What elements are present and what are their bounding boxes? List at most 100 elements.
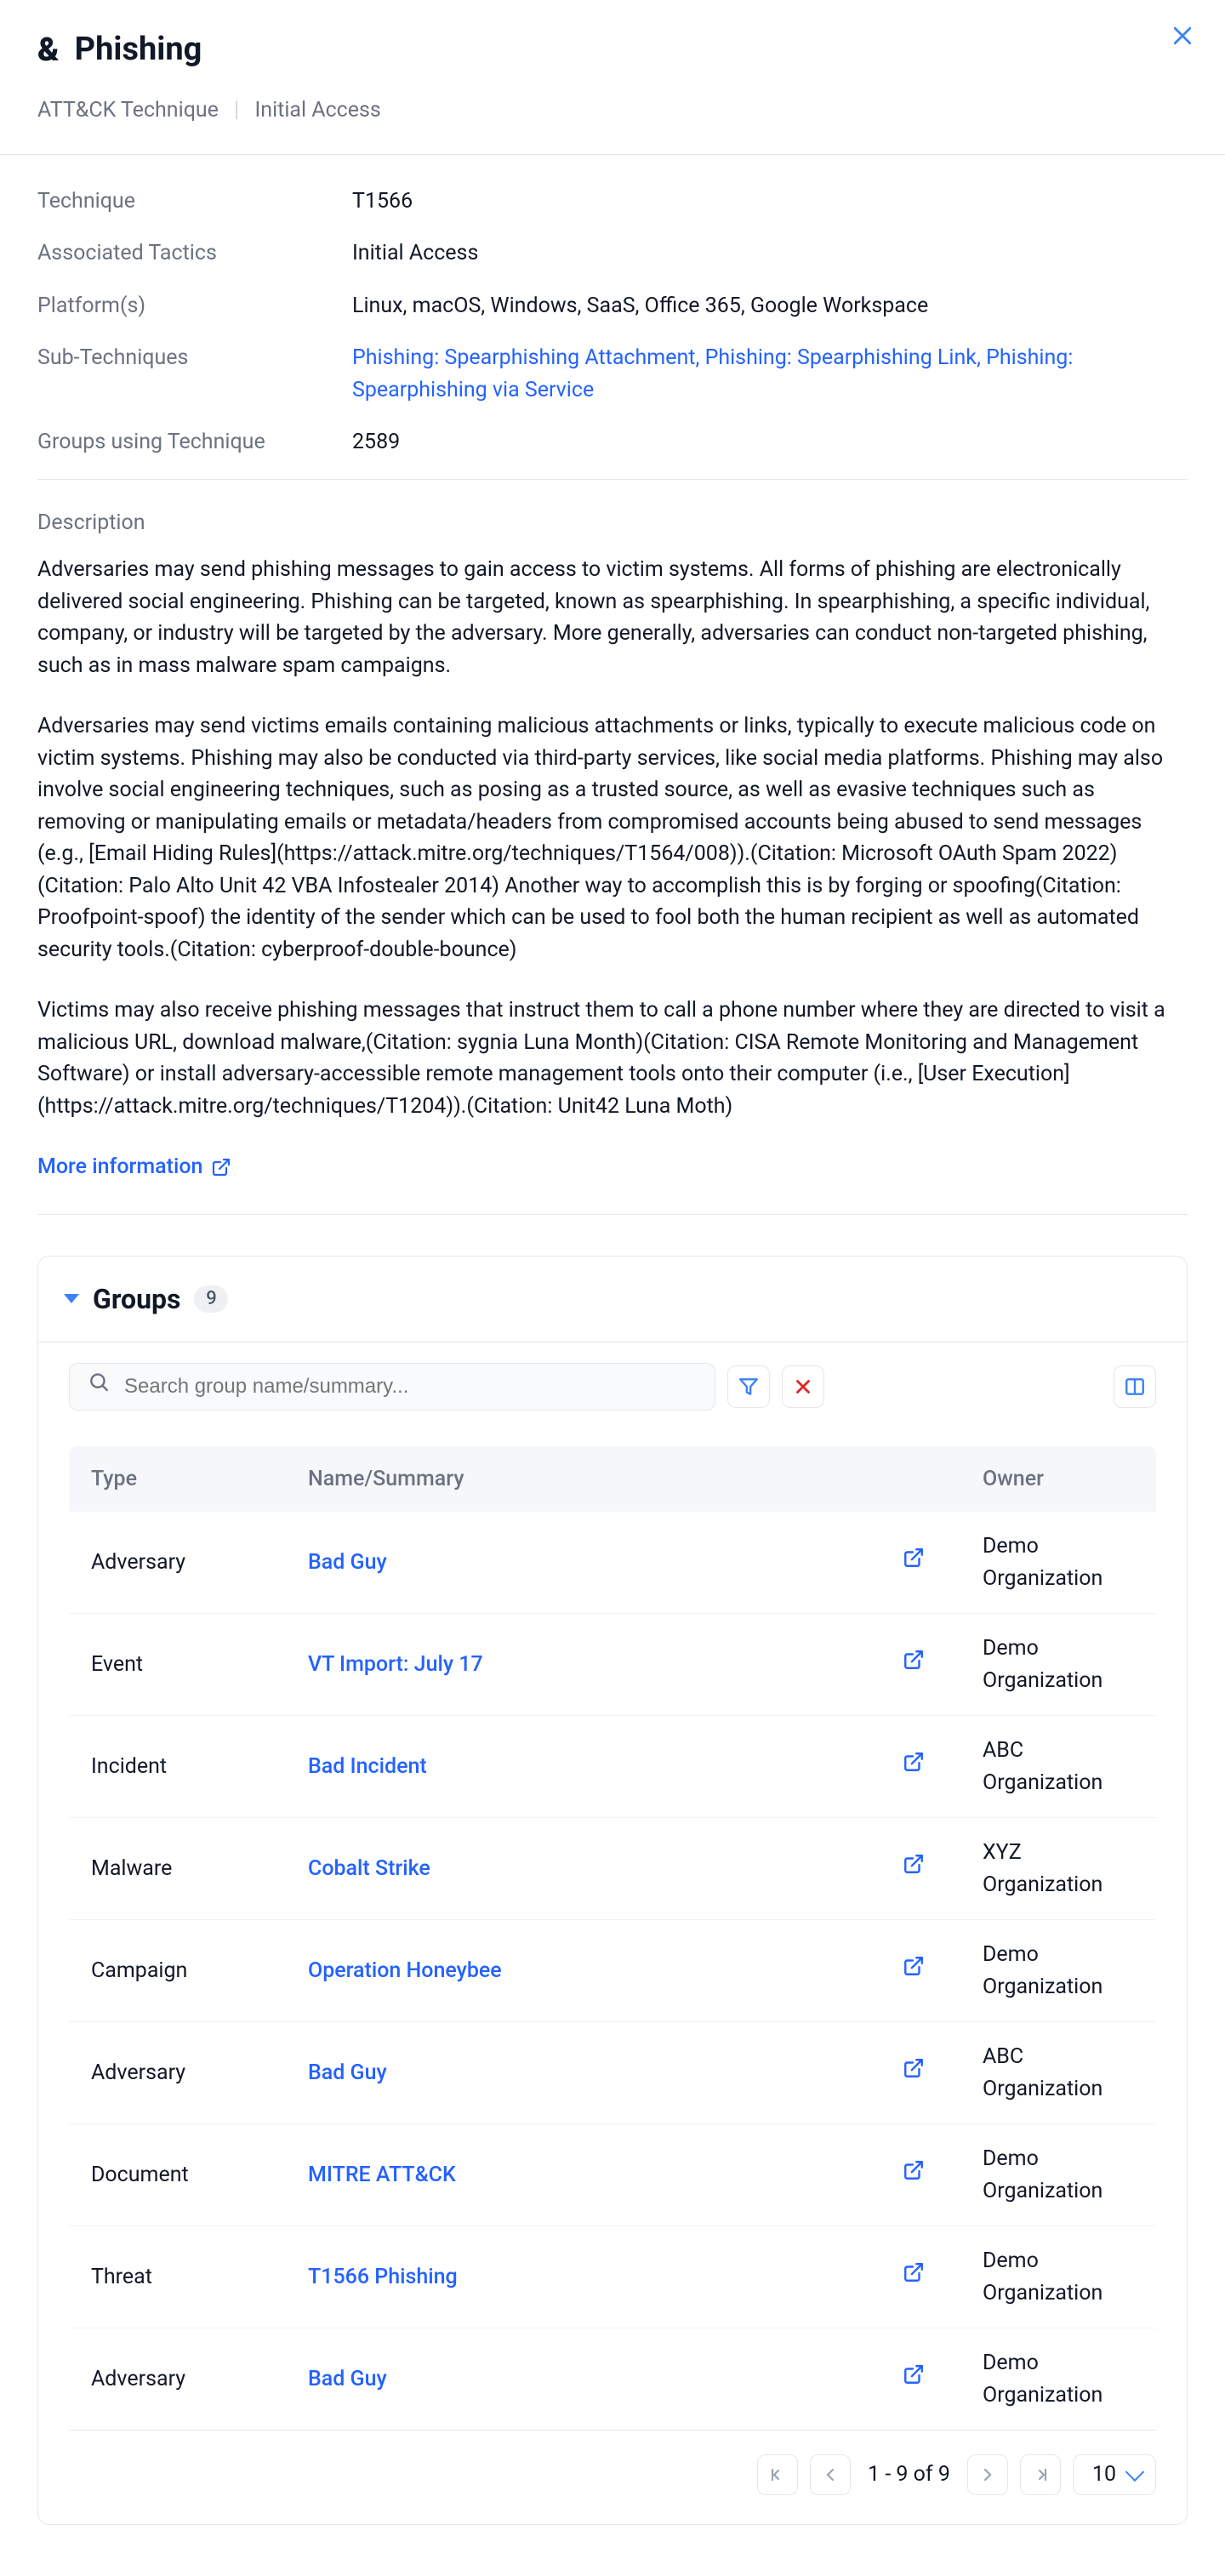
cell-name-link[interactable]: T1566 Phishing: [308, 2265, 458, 2289]
pagination: 1 - 9 of 9 10: [38, 2431, 1187, 2524]
breadcrumb: ATT&CK Technique | Initial Access: [37, 94, 1188, 127]
page-first-button[interactable]: [757, 2454, 798, 2495]
technique-label: Technique: [37, 185, 335, 218]
page-first-icon: [767, 2465, 788, 2485]
open-external-button[interactable]: [903, 2159, 925, 2181]
cell-type: Campaign: [69, 1920, 286, 2022]
cell-type: Threat: [69, 2226, 286, 2328]
cell-owner: ABC Organization: [960, 1716, 1156, 1818]
external-link-icon: [211, 1157, 231, 1177]
cell-type: Adversary: [69, 1512, 286, 1614]
open-external-button[interactable]: [903, 1649, 925, 1671]
columns-icon: [1124, 1376, 1146, 1398]
groups-using-label: Groups using Technique: [37, 426, 335, 459]
close-button[interactable]: [1165, 19, 1199, 53]
platforms-label: Platform(s): [37, 290, 335, 322]
page-last-button[interactable]: [1020, 2454, 1061, 2495]
cell-owner: Demo Organization: [960, 1920, 1156, 2022]
cell-name-link[interactable]: VT Import: July 17: [308, 1652, 483, 1677]
description-para: Adversaries may send victims emails cont…: [37, 710, 1188, 966]
filter-icon: [738, 1376, 760, 1398]
cell-type: Incident: [69, 1716, 286, 1818]
cell-owner: XYZ Organization: [960, 1818, 1156, 1920]
info-divider: [37, 479, 1188, 480]
page-title: Phishing: [75, 26, 202, 74]
groups-table: Type Name/Summary Owner Adversary Bad Guy…: [69, 1446, 1156, 2431]
cell-type: Malware: [69, 1818, 286, 1920]
cell-type: Document: [69, 2124, 286, 2226]
cell-name-link[interactable]: Bad Incident: [308, 1754, 427, 1779]
cell-owner: Demo Organization: [960, 1512, 1156, 1614]
breadcrumb-separator: |: [234, 98, 239, 123]
page-size-select[interactable]: 10: [1073, 2454, 1156, 2495]
page-info: 1 - 9 of 9: [868, 2459, 950, 2491]
info-table: Technique T1566 Associated Tactics Initi…: [37, 155, 1188, 459]
search-input[interactable]: [69, 1363, 715, 1411]
col-header-ext: [867, 1446, 960, 1513]
description-para: Adversaries may send phishing messages t…: [37, 554, 1188, 681]
technique-value: T1566: [352, 185, 1188, 218]
open-external-button[interactable]: [903, 2363, 925, 2385]
platforms-value: Linux, macOS, Windows, SaaS, Office 365,…: [352, 290, 1188, 322]
table-row: Incident Bad Incident ABC Organization: [69, 1716, 1156, 1818]
table-row: Adversary Bad Guy Demo Organization: [69, 2328, 1156, 2431]
filter-button[interactable]: [727, 1365, 770, 1408]
open-external-button[interactable]: [903, 2057, 925, 2079]
cell-name-link[interactable]: MITRE ATT&CK: [308, 2163, 456, 2187]
technique-type-icon: &: [37, 34, 60, 66]
open-external-button[interactable]: [903, 1955, 925, 1977]
clear-icon: [792, 1376, 814, 1398]
description-body: Adversaries may send phishing messages t…: [37, 554, 1188, 1122]
table-row: Event VT Import: July 17 Demo Organization: [69, 1614, 1156, 1716]
tactics-label: Associated Tactics: [37, 237, 335, 270]
cell-name-link[interactable]: Bad Guy: [308, 2367, 387, 2391]
cell-name-link[interactable]: Cobalt Strike: [308, 1856, 430, 1881]
cell-owner: Demo Organization: [960, 1614, 1156, 1716]
subtechniques-link[interactable]: Phishing: Spearphishing Attachment, Phis…: [352, 345, 1073, 402]
chevron-left-icon: [820, 2465, 840, 2485]
cell-type: Event: [69, 1614, 286, 1716]
more-info-link[interactable]: More information: [37, 1151, 231, 1183]
table-row: Adversary Bad Guy ABC Organization: [69, 2022, 1156, 2124]
cell-name-link[interactable]: Bad Guy: [308, 1550, 387, 1575]
clear-filter-button[interactable]: [782, 1365, 824, 1408]
cell-name-link[interactable]: Operation Honeybee: [308, 1958, 502, 1983]
table-row: Campaign Operation Honeybee Demo Organizat…: [69, 1920, 1156, 2022]
table-row: Document MITRE ATT&CK Demo Organization: [69, 2124, 1156, 2226]
cell-name-link[interactable]: Bad Guy: [308, 2060, 387, 2085]
cell-owner: Demo Organization: [960, 2328, 1156, 2431]
breadcrumb-level1[interactable]: ATT&CK Technique: [37, 98, 219, 123]
groups-title: Groups: [93, 1279, 180, 1319]
close-icon: [1170, 23, 1195, 48]
col-header-owner[interactable]: Owner: [960, 1446, 1156, 1513]
description-label: Description: [37, 507, 1188, 539]
collapse-toggle-icon[interactable]: [64, 1294, 79, 1303]
table-row: Adversary Bad Guy Demo Organization: [69, 1512, 1156, 1614]
open-external-button[interactable]: [903, 1751, 925, 1773]
open-external-button[interactable]: [903, 2261, 925, 2283]
page-prev-button[interactable]: [810, 2454, 851, 2495]
open-external-button[interactable]: [903, 1853, 925, 1875]
columns-button[interactable]: [1114, 1365, 1156, 1408]
chevron-right-icon: [977, 2465, 998, 2485]
groups-count-badge: 9: [194, 1285, 228, 1313]
cell-owner: Demo Organization: [960, 2124, 1156, 2226]
groups-toolbar: [38, 1342, 1187, 1429]
cell-owner: ABC Organization: [960, 2022, 1156, 2124]
open-external-button[interactable]: [903, 1547, 925, 1569]
breadcrumb-level2[interactable]: Initial Access: [254, 98, 380, 123]
more-info-label: More information: [37, 1151, 202, 1183]
table-row: Malware Cobalt Strike XYZ Organization: [69, 1818, 1156, 1920]
col-header-name[interactable]: Name/Summary: [286, 1446, 867, 1513]
cell-type: Adversary: [69, 2328, 286, 2431]
description-divider: [37, 1214, 1188, 1215]
cell-owner: Demo Organization: [960, 2226, 1156, 2328]
subtechniques-label: Sub-Techniques: [37, 342, 335, 406]
cell-type: Adversary: [69, 2022, 286, 2124]
col-header-type[interactable]: Type: [69, 1446, 286, 1513]
page-last-icon: [1030, 2465, 1051, 2485]
page-next-button[interactable]: [967, 2454, 1008, 2495]
page-size-value: 10: [1092, 2459, 1116, 2491]
page-header: & Phishing ATT&CK Technique | Initial Ac…: [0, 0, 1225, 154]
table-row: Threat T1566 Phishing Demo Organization: [69, 2226, 1156, 2328]
